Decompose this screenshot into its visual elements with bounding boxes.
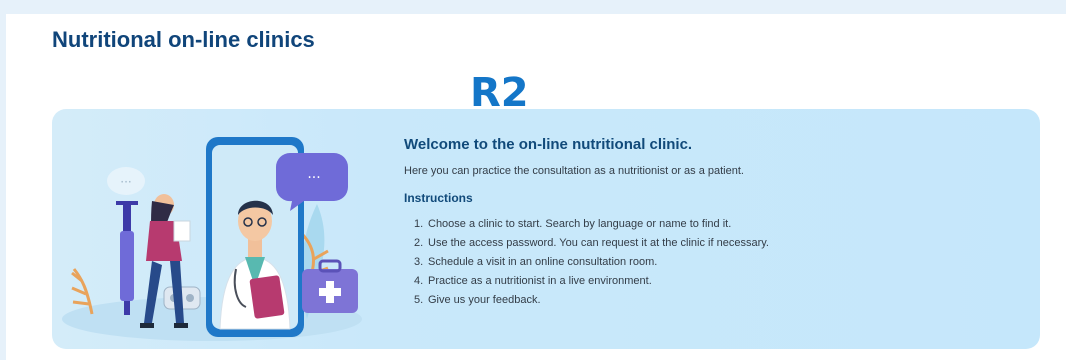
instruction-step: 1. Choose a clinic to start. Search by la… — [404, 215, 769, 234]
welcome-title: Welcome to the on-line nutritional clini… — [404, 136, 693, 153]
step-number: 1. — [414, 218, 424, 230]
page-title: Nutritional on-line clinics — [52, 27, 315, 52]
instruction-step: 3. Schedule a visit in an online consulta… — [404, 253, 769, 272]
chat-bubble-left: ··· — [107, 167, 145, 195]
instruction-step: 5. Give us your feedback. — [404, 291, 769, 310]
step-text: Use the access password. You can request… — [428, 237, 769, 249]
step-number: 3. — [414, 256, 424, 268]
welcome-subtitle: Here you can practice the consultation a… — [404, 165, 744, 177]
instructions-heading: Instructions — [404, 191, 473, 205]
step-text: Schedule a visit in an online consultati… — [428, 256, 658, 268]
instruction-step: 4. Practice as a nutritionist in a live e… — [404, 272, 769, 291]
step-number: 5. — [414, 294, 424, 306]
instructions-list: 1. Choose a clinic to start. Search by la… — [404, 215, 769, 310]
instruction-step: 2. Use the access password. You can reque… — [404, 234, 769, 253]
step-text: Choose a clinic to start. Search by lang… — [428, 218, 732, 230]
step-number: 2. — [414, 237, 424, 249]
step-text: Practice as a nutritionist in a live env… — [428, 275, 652, 287]
syringe-icon — [116, 201, 138, 315]
chat-dots-left: ··· — [120, 175, 131, 189]
welcome-panel: ··· ··· Welcome to the on-line nutrition… — [52, 109, 1040, 349]
chat-dots-right: ··· — [307, 170, 320, 186]
step-text: Give us your feedback. — [428, 294, 541, 306]
telehealth-illustration: ··· ··· — [62, 137, 362, 341]
step-number: 4. — [414, 275, 424, 287]
